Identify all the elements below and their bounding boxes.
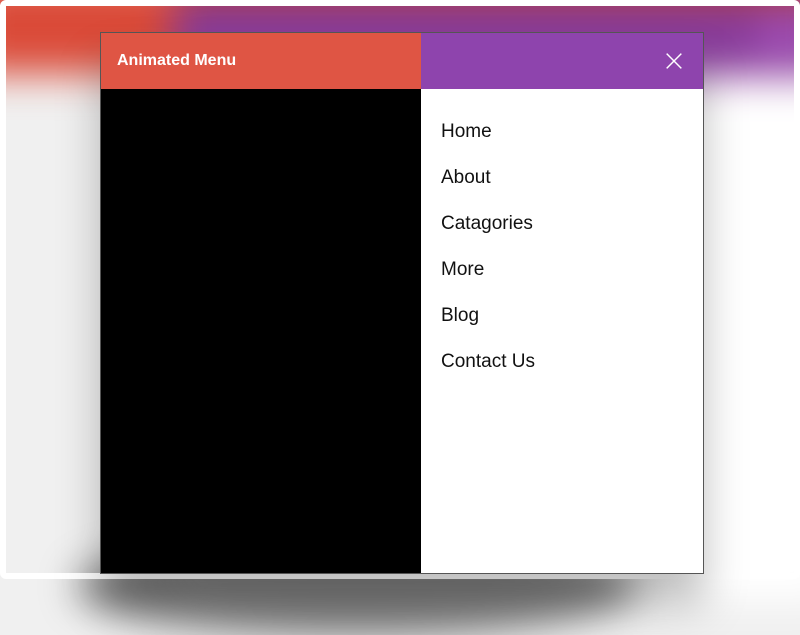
- menu-item-label: Catagories: [441, 213, 533, 234]
- menu-item-more[interactable]: More: [441, 247, 683, 293]
- menu-item-contact[interactable]: Contact Us: [441, 339, 683, 385]
- menu-left-pane: [101, 89, 421, 573]
- menu-list: Home About Catagories More Blog Contact …: [441, 109, 683, 385]
- menu-item-label: About: [441, 167, 491, 188]
- menu-item-categories[interactable]: Catagories: [441, 201, 683, 247]
- menu-body: Home About Catagories More Blog Contact …: [101, 89, 703, 573]
- menu-item-home[interactable]: Home: [441, 109, 683, 155]
- menu-item-blog[interactable]: Blog: [441, 293, 683, 339]
- menu-panel: Animated Menu Home About Catagori: [100, 32, 704, 574]
- menu-header: Animated Menu: [101, 33, 703, 89]
- menu-item-label: More: [441, 259, 484, 280]
- menu-header-right: [421, 33, 703, 89]
- close-icon: [663, 50, 685, 72]
- menu-item-label: Blog: [441, 305, 479, 326]
- menu-title: Animated Menu: [117, 52, 236, 70]
- menu-item-label: Contact Us: [441, 351, 535, 372]
- close-button[interactable]: [661, 48, 687, 74]
- menu-item-about[interactable]: About: [441, 155, 683, 201]
- menu-item-label: Home: [441, 121, 492, 142]
- menu-title-bar: Animated Menu: [101, 33, 421, 89]
- menu-right-pane: Home About Catagories More Blog Contact …: [421, 89, 703, 573]
